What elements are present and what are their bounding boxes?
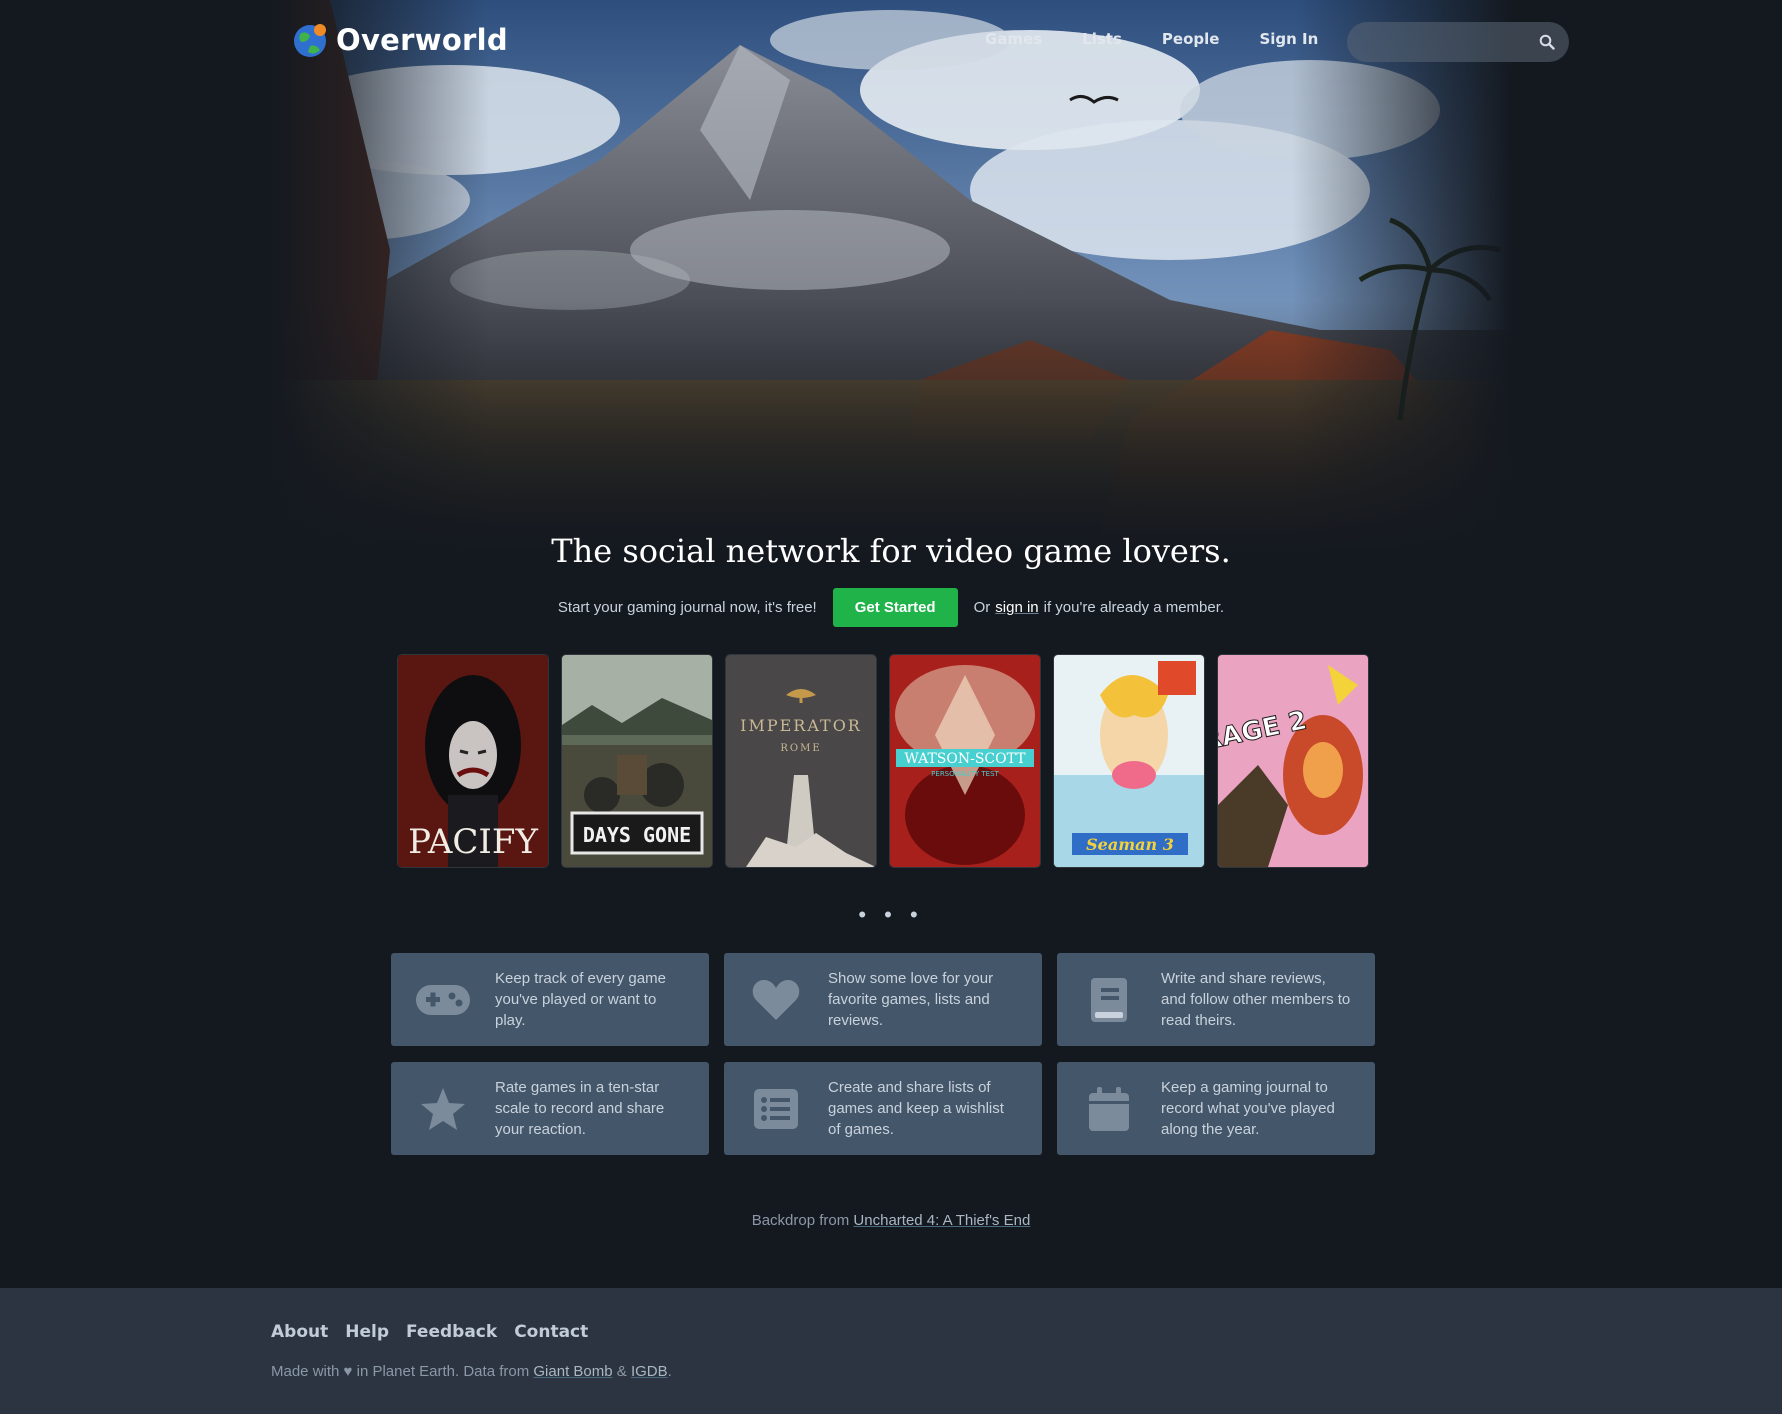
brand-name: Overworld: [336, 23, 508, 57]
heart-icon: [744, 975, 808, 1025]
search-input[interactable]: [1365, 30, 1529, 56]
cover-carousel: PACIFY DAYS GONE IMPERATOR ROME WATSON-S…: [398, 655, 1382, 867]
footer-note: Made with ♥ in Planet Earth. Data from G…: [271, 1363, 672, 1380]
get-started-button[interactable]: Get Started: [832, 588, 958, 627]
made-with-text: Made with: [271, 1363, 340, 1380]
period-text: .: [667, 1363, 672, 1380]
cover-pacify[interactable]: PACIFY: [398, 655, 548, 867]
heart-small-icon: ♥: [343, 1363, 353, 1380]
feature-reviews: Write and share reviews, and follow othe…: [1057, 953, 1375, 1046]
cta-prefix: Start your gaming journal now, it's free…: [557, 599, 817, 616]
or-text: Or: [973, 599, 991, 616]
cover-subtitle-imperator: ROME: [780, 743, 821, 754]
sign-in-link[interactable]: sign in: [995, 599, 1038, 616]
book-icon: [1077, 975, 1141, 1025]
credit-game-link[interactable]: Uncharted 4: A Thief's End: [853, 1212, 1030, 1229]
cover-seaman-3[interactable]: Seaman 3: [1054, 655, 1204, 867]
feature-lists: Create and share lists of games and keep…: [724, 1062, 1042, 1155]
list-icon: [744, 1084, 808, 1134]
carousel-dots[interactable]: • • •: [0, 902, 1782, 928]
cover-title-pacify: PACIFY: [408, 822, 538, 862]
feature-text-love: Show some love for your favorite games, …: [828, 970, 994, 1029]
feature-text-lists: Create and share lists of games and keep…: [828, 1079, 1004, 1138]
cover-rage-2[interactable]: RAGE 2: [1218, 655, 1368, 867]
nav-lists[interactable]: Lists: [1082, 30, 1122, 48]
cta-suffix: if you're already a member.: [1043, 599, 1225, 616]
feature-grid: Keep track of every game you've played o…: [391, 953, 1375, 1155]
cover-art-pacify: PACIFY: [398, 655, 548, 867]
nav-sign-in[interactable]: Sign In: [1259, 30, 1318, 48]
planet-text: in Planet Earth. Data from: [356, 1363, 530, 1380]
footer-help[interactable]: Help: [345, 1322, 389, 1342]
feature-journal: Keep a gaming journal to record what you…: [1057, 1062, 1375, 1155]
giant-bomb-link[interactable]: Giant Bomb: [533, 1363, 612, 1380]
cover-subtitle-watson-scott: PERSONALITY TEST: [931, 770, 999, 778]
footer: About Help Feedback Contact Made with ♥ …: [0, 1288, 1782, 1414]
footer-contact[interactable]: Contact: [514, 1322, 588, 1342]
star-icon: [411, 1084, 475, 1134]
cover-art-days-gone: DAYS GONE: [562, 655, 712, 867]
cover-watson-scott[interactable]: WATSON-SCOTT PERSONALITY TEST: [890, 655, 1040, 867]
footer-links: About Help Feedback Contact: [271, 1322, 605, 1342]
top-nav: Overworld Games Lists People Sign In: [0, 0, 1782, 84]
hero-backdrop: [270, 0, 1512, 560]
globe-logo-icon: [294, 24, 326, 57]
cover-title-imperator: IMPERATOR: [740, 716, 862, 735]
cover-title-days-gone: DAYS GONE: [583, 823, 691, 847]
cover-art-rage-2: RAGE 2: [1218, 655, 1368, 867]
feature-track-games: Keep track of every game you've played o…: [391, 953, 709, 1046]
cover-days-gone[interactable]: DAYS GONE: [562, 655, 712, 867]
backdrop-credit: Backdrop from Uncharted 4: A Thief's End: [0, 1212, 1782, 1229]
page-headline: The social network for video game lovers…: [551, 532, 1231, 570]
footer-about[interactable]: About: [271, 1322, 328, 1342]
search-icon[interactable]: [1539, 34, 1555, 50]
feature-text-rate: Rate games in a ten-star scale to record…: [495, 1079, 665, 1138]
feature-text-track: Keep track of every game you've played o…: [495, 970, 666, 1029]
cover-title-seaman-3: Seaman 3: [1086, 835, 1174, 854]
cover-art-imperator: IMPERATOR ROME: [726, 655, 876, 867]
amp-text: &: [616, 1363, 627, 1380]
nav-people[interactable]: People: [1162, 30, 1220, 48]
igdb-link[interactable]: IGDB: [631, 1363, 668, 1380]
cover-art-watson-scott: WATSON-SCOTT PERSONALITY TEST: [890, 655, 1040, 867]
footer-feedback[interactable]: Feedback: [406, 1322, 497, 1342]
gamepad-icon: [411, 975, 475, 1025]
calendar-icon: [1077, 1084, 1141, 1134]
search-box[interactable]: [1347, 22, 1569, 62]
feature-rate: Rate games in a ten-star scale to record…: [391, 1062, 709, 1155]
nav-games[interactable]: Games: [985, 30, 1042, 48]
feature-show-love: Show some love for your favorite games, …: [724, 953, 1042, 1046]
credit-prefix: Backdrop from: [751, 1212, 850, 1229]
cover-art-seaman-3: Seaman 3: [1054, 655, 1204, 867]
logo[interactable]: Overworld: [292, 22, 508, 58]
nav-links: Games Lists People Sign In: [985, 30, 1358, 48]
cover-title-watson-scott: WATSON-SCOTT: [904, 751, 1026, 767]
cta-row: Start your gaming journal now, it's free…: [0, 588, 1782, 627]
feature-text-reviews: Write and share reviews, and follow othe…: [1161, 970, 1351, 1029]
feature-text-journal: Keep a gaming journal to record what you…: [1161, 1079, 1335, 1138]
cover-imperator[interactable]: IMPERATOR ROME: [726, 655, 876, 867]
